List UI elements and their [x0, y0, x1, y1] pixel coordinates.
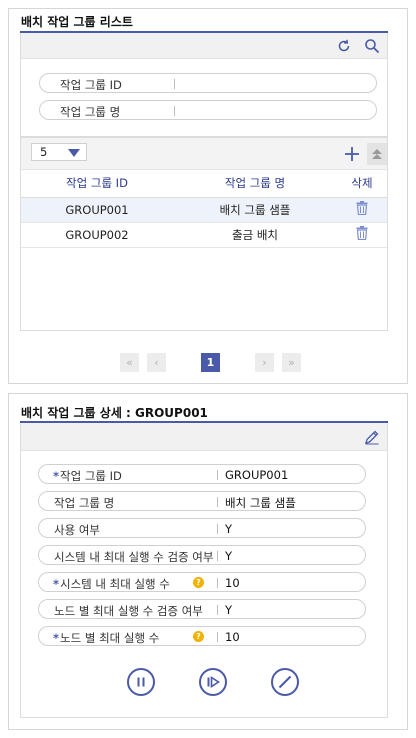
cell-group-name[interactable]: 출금 배치 [173, 222, 337, 248]
detail-field-value[interactable]: 10 [225, 630, 240, 644]
detail-field-row[interactable]: 노드 별 최대 실행 수 검증 여부 Y [38, 599, 366, 619]
detail-field-label-text: 시스템 내 최대 실행 수 검증 여부 [54, 550, 214, 564]
help-icon[interactable]: ? [193, 631, 204, 642]
field-separator [217, 578, 218, 588]
detail-field-label: *작업 그룹 ID [53, 468, 122, 484]
grid-toolbar: 5 [21, 138, 387, 170]
detail-field-label-text: 시스템 내 최대 실행 수 [60, 577, 170, 591]
field-separator [217, 470, 218, 480]
detail-field-label-text: 노드 별 최대 실행 수 [60, 631, 160, 645]
page-spacer [228, 353, 247, 372]
list-search-box: 작업 그룹 ID 작업 그룹 명 [20, 33, 388, 137]
pause-icon[interactable] [127, 668, 155, 696]
pencil-icon[interactable] [361, 426, 383, 448]
detail-field-value[interactable]: GROUP001 [225, 468, 288, 482]
detail-field-label: 노드 별 최대 실행 수 검증 여부 [53, 603, 203, 619]
field-separator [217, 551, 218, 561]
prev-page-button[interactable]: ‹ [147, 353, 166, 372]
collapse-up-icon[interactable] [367, 143, 387, 165]
detail-panel-title: 배치 작업 그룹 상세 : GROUP001 [21, 406, 208, 420]
table-row[interactable]: GROUP002 출금 배치 [21, 222, 387, 248]
search-icon[interactable] [361, 35, 383, 57]
field-separator [217, 605, 218, 615]
detail-field-row[interactable]: 시스템 내 최대 실행 수 검증 여부 Y [38, 545, 366, 565]
help-icon[interactable]: ? [193, 577, 204, 588]
refresh-icon[interactable] [333, 35, 355, 57]
detail-field-label: 작업 그룹 명 [53, 495, 114, 511]
detail-field-row[interactable]: *시스템 내 최대 실행 수? 10 [38, 572, 366, 592]
detail-field-label-text: 작업 그룹 ID [60, 469, 122, 483]
resume-icon[interactable] [199, 668, 227, 696]
detail-field-label: 시스템 내 최대 실행 수 검증 여부 [53, 549, 213, 565]
detail-field-value[interactable]: 10 [225, 576, 240, 590]
field-separator [217, 632, 218, 642]
field-separator [217, 524, 218, 534]
list-grid-box: 5 작업 그룹 ID 작업 그룹 명 삭제 GROUP001 배치 그룹 샘플 [20, 137, 388, 331]
detail-field-row[interactable]: *노드 별 최대 실행 수? 10 [38, 626, 366, 646]
detail-field-row[interactable]: *작업 그룹 ID GROUP001 [38, 464, 366, 484]
detail-field-value[interactable]: Y [225, 603, 232, 617]
first-page-button[interactable]: « [120, 353, 139, 372]
table-header-row: 작업 그룹 ID 작업 그룹 명 삭제 [21, 170, 387, 198]
field-separator [174, 106, 175, 116]
col-header-group-name[interactable]: 작업 그룹 명 [173, 170, 337, 198]
disable-icon[interactable] [271, 668, 299, 696]
required-marker: * [53, 469, 60, 483]
detail-field-value[interactable]: 배치 그룹 샘플 [225, 495, 296, 511]
detail-toolbar [21, 423, 387, 451]
detail-field-row[interactable]: 작업 그룹 명 배치 그룹 샘플 [38, 491, 366, 511]
group-table: 작업 그룹 ID 작업 그룹 명 삭제 GROUP001 배치 그룹 샘플 GR… [21, 170, 387, 248]
cell-group-name[interactable]: 배치 그룹 샘플 [173, 197, 337, 223]
detail-field-label-text: 작업 그룹 명 [54, 496, 115, 510]
page-size-value: 5 [40, 145, 48, 159]
page-size-select[interactable]: 5 [31, 143, 87, 161]
group-id-search-field[interactable]: 작업 그룹 ID [39, 73, 377, 93]
col-header-group-id[interactable]: 작업 그룹 ID [21, 170, 173, 198]
detail-field-label-text: 노드 별 최대 실행 수 검증 여부 [54, 604, 203, 618]
last-page-button[interactable]: » [282, 353, 301, 372]
cell-delete [337, 197, 387, 223]
pagination: « ‹ 1 › » [120, 353, 301, 373]
trash-icon[interactable] [356, 226, 368, 243]
group-name-search-label: 작업 그룹 명 [60, 105, 121, 119]
detail-field-label-text: 사용 여부 [54, 523, 100, 537]
next-page-button[interactable]: › [255, 353, 274, 372]
field-separator [217, 497, 218, 507]
detail-field-label: *시스템 내 최대 실행 수 [53, 576, 170, 592]
table-row[interactable]: GROUP001 배치 그룹 샘플 [21, 197, 387, 223]
required-marker: * [53, 577, 60, 591]
detail-field-label: *노드 별 최대 실행 수 [53, 630, 159, 646]
page-spacer [174, 353, 193, 372]
cell-delete [337, 222, 387, 248]
group-id-search-label: 작업 그룹 ID [60, 78, 122, 92]
chevron-down-icon [68, 149, 80, 157]
required-marker: * [53, 631, 60, 645]
list-toolbar [21, 33, 387, 59]
list-panel-title: 배치 작업 그룹 리스트 [21, 15, 133, 29]
trash-icon[interactable] [356, 201, 368, 218]
detail-field-value[interactable]: Y [225, 549, 232, 563]
plus-icon[interactable] [341, 143, 363, 165]
detail-field-value[interactable]: Y [225, 522, 232, 536]
group-name-search-field[interactable]: 작업 그룹 명 [39, 100, 377, 120]
col-header-delete: 삭제 [337, 170, 387, 198]
detail-field-row[interactable]: 사용 여부 Y [38, 518, 366, 538]
detail-field-label: 사용 여부 [53, 522, 100, 538]
cell-group-id[interactable]: GROUP001 [21, 197, 173, 223]
cell-group-id[interactable]: GROUP002 [21, 222, 173, 248]
field-separator [174, 79, 175, 89]
page-1-button[interactable]: 1 [201, 353, 220, 372]
